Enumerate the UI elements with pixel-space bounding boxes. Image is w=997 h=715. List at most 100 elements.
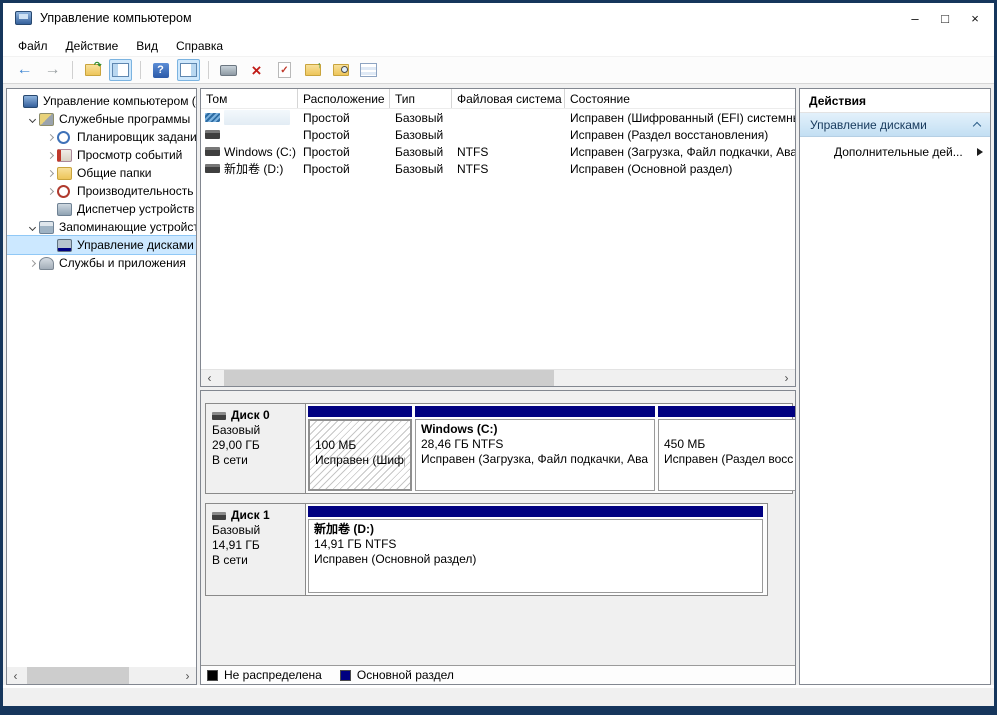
scroll-thumb[interactable] <box>27 667 129 684</box>
table-row[interactable]: 新加卷 (D:) Простой Базовый NTFS Исправен (… <box>201 160 795 177</box>
sidebar-item-system-tools[interactable]: Служебные программы <box>7 110 196 128</box>
volume-table-header: Том Расположение Тип Файловая система Со… <box>201 89 795 109</box>
chevron-right-icon[interactable] <box>26 261 39 266</box>
sidebar-item-services-applications[interactable]: Службы и приложения <box>7 254 196 272</box>
up-level-icon[interactable]: ↷ <box>81 59 104 81</box>
sidebar-item-event-viewer[interactable]: Просмотр событий <box>7 146 196 164</box>
graphical-view-pane: Диск 0 Базовый 29,00 ГБ В сети 100 МБ Ис… <box>200 390 796 685</box>
column-layout[interactable]: Расположение <box>298 89 390 108</box>
sidebar-item-task-scheduler[interactable]: Планировщик заданий <box>7 128 196 146</box>
computer-management-window: Управление компьютером – □ × Файл Действ… <box>0 0 997 715</box>
sidebar-item-device-manager[interactable]: Диспетчер устройств <box>7 200 196 218</box>
disk-icon <box>212 512 226 520</box>
partition-d[interactable]: 新加卷 (D:) 14,91 ГБ NTFS Исправен (Основно… <box>308 506 763 593</box>
forward-icon[interactable]: → <box>41 59 64 81</box>
show-action-pane-icon[interactable] <box>177 59 200 81</box>
shared-folders-icon <box>57 167 72 180</box>
table-row[interactable]: Простой Базовый Исправен (Шифрованный (E… <box>201 109 795 126</box>
table-row[interactable]: Windows (C:) Простой Базовый NTFS Исправ… <box>201 143 795 160</box>
table-row[interactable]: Простой Базовый Исправен (Раздел восстан… <box>201 126 795 143</box>
scroll-right-icon[interactable]: › <box>778 370 795 386</box>
checklist-icon[interactable] <box>357 59 380 81</box>
menu-view[interactable]: Вид <box>127 36 167 56</box>
chevron-down-icon[interactable] <box>26 117 39 122</box>
disk-0-info[interactable]: Диск 0 Базовый 29,00 ГБ В сети <box>206 404 306 493</box>
scroll-right-icon[interactable]: › <box>179 667 196 684</box>
back-icon[interactable]: ← <box>13 59 36 81</box>
partition-windows-c[interactable]: Windows (C:) 28,46 ГБ NTFS Исправен (Заг… <box>415 406 655 491</box>
device-manager-icon <box>57 203 72 216</box>
sidebar-item-performance[interactable]: Производительность <box>7 182 196 200</box>
console-tree: Управление компьютером (л Служебные прог… <box>7 89 196 667</box>
delete-volume-icon[interactable]: × <box>245 59 268 81</box>
app-icon[interactable] <box>15 11 32 25</box>
tools-icon <box>39 113 54 126</box>
chevron-down-icon[interactable] <box>26 225 39 230</box>
column-volume[interactable]: Том <box>201 89 298 108</box>
scroll-left-icon[interactable]: ‹ <box>7 667 24 684</box>
find-icon[interactable] <box>329 59 352 81</box>
toolbar-separator <box>208 61 209 79</box>
properties-icon[interactable]: ✓ <box>273 59 296 81</box>
primary-partition-swatch <box>340 670 351 681</box>
actions-title: Действия <box>800 89 990 113</box>
menu-help[interactable]: Справка <box>167 36 232 56</box>
chevron-right-icon[interactable] <box>44 135 57 140</box>
actions-group-disk-management[interactable]: Управление дисками <box>800 113 990 137</box>
content-area: Управление компьютером (л Служебные прог… <box>3 84 994 685</box>
disk-1-row: Диск 1 Базовый 14,91 ГБ В сети 新加卷 (D:) … <box>205 503 768 596</box>
minimize-button[interactable]: – <box>900 7 930 29</box>
legend-unallocated: Не распределена <box>207 668 322 682</box>
volume-name-highlight <box>224 110 290 125</box>
column-filesystem[interactable]: Файловая система <box>452 89 565 108</box>
actions-panel: Действия Управление дисками Дополнительн… <box>799 88 991 685</box>
sidebar-item-computer-management[interactable]: Управление компьютером (л <box>7 92 196 110</box>
toolbar: ← → ↷ ? × ✓ ↑ <box>3 56 994 84</box>
help-icon[interactable]: ? <box>149 59 172 81</box>
legend-primary-partition: Основной раздел <box>340 668 454 682</box>
menu-action[interactable]: Действие <box>57 36 128 56</box>
maximize-button[interactable]: □ <box>930 7 960 29</box>
scroll-left-icon[interactable]: ‹ <box>201 370 218 386</box>
disk-management-pane: Том Расположение Тип Файловая система Со… <box>200 88 796 685</box>
disk-management-icon <box>57 239 72 252</box>
console-window-icon[interactable] <box>217 59 240 81</box>
volume-icon <box>205 147 220 156</box>
export-list-icon[interactable]: ↑ <box>301 59 324 81</box>
column-type[interactable]: Тип <box>390 89 452 108</box>
volume-list-h-scrollbar[interactable]: ‹ › <box>201 369 795 386</box>
volume-icon <box>205 130 220 139</box>
toolbar-separator <box>140 61 141 79</box>
chevron-right-icon[interactable] <box>44 153 57 158</box>
toolbar-separator <box>72 61 73 79</box>
legend-bar: Не распределена Основной раздел <box>201 665 795 684</box>
chevron-right-icon[interactable] <box>44 171 57 176</box>
partition-efi[interactable]: 100 МБ Исправен (Шифр <box>308 406 412 491</box>
volume-icon <box>205 164 220 173</box>
disk-0-row: Диск 0 Базовый 29,00 ГБ В сети 100 МБ Ис… <box>205 403 793 494</box>
disk-1-info[interactable]: Диск 1 Базовый 14,91 ГБ В сети <box>206 504 306 595</box>
scroll-thumb[interactable] <box>224 370 554 386</box>
tree-h-scrollbar[interactable]: ‹ › <box>7 667 196 684</box>
sidebar-item-shared-folders[interactable]: Общие папки <box>7 164 196 182</box>
services-icon <box>39 257 54 270</box>
column-status[interactable]: Состояние <box>565 89 795 108</box>
sidebar-item-storage[interactable]: Запоминающие устройст <box>7 218 196 236</box>
more-actions-item[interactable]: Дополнительные дей... <box>800 137 990 167</box>
collapse-icon[interactable] <box>973 122 981 130</box>
menu-bar: Файл Действие Вид Справка <box>3 33 994 56</box>
partition-color-strip <box>415 406 655 417</box>
status-bar <box>3 688 994 706</box>
task-scheduler-icon <box>57 131 70 144</box>
disk-icon <box>212 412 226 420</box>
partition-color-strip <box>658 406 796 417</box>
menu-file[interactable]: Файл <box>9 36 57 56</box>
performance-icon <box>57 185 70 198</box>
sidebar-item-disk-management[interactable]: Управление дисками <box>7 236 196 254</box>
show-console-tree-icon[interactable] <box>109 59 132 81</box>
chevron-right-icon[interactable] <box>44 189 57 194</box>
volume-table: Том Расположение Тип Файловая система Со… <box>201 89 795 369</box>
console-tree-panel: Управление компьютером (л Служебные прог… <box>6 88 197 685</box>
partition-recovery[interactable]: 450 МБ Исправен (Раздел восс <box>658 406 796 491</box>
close-button[interactable]: × <box>960 7 990 29</box>
